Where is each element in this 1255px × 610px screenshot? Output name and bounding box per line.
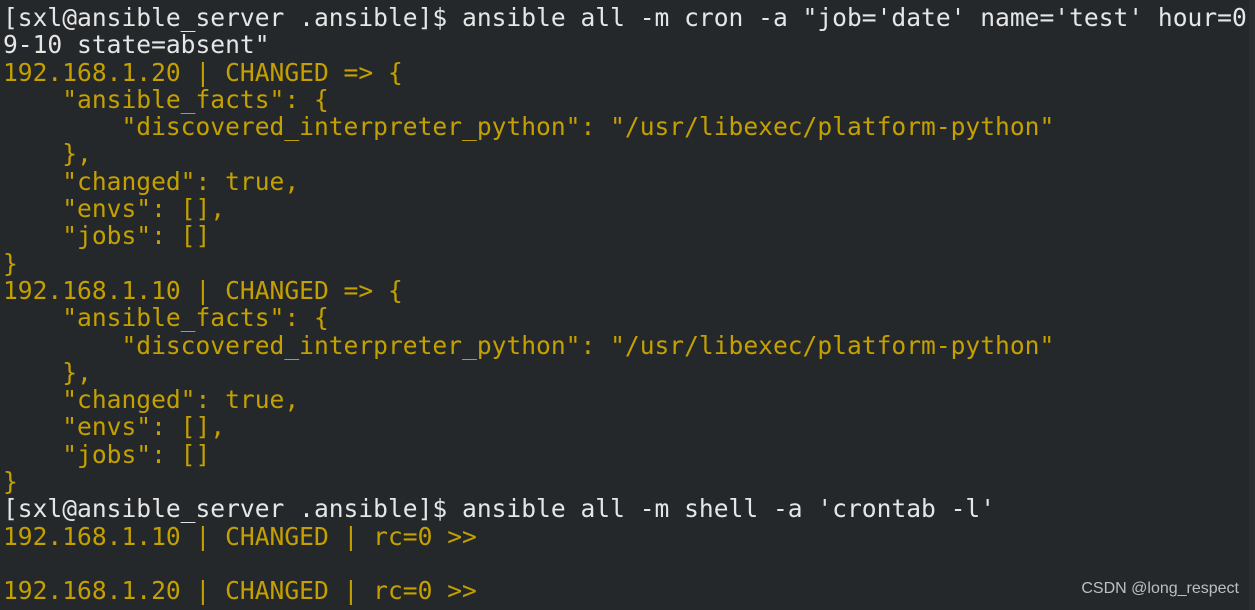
terminal-command-line: [sxl@ansible_server .ansible]$ ansible a…: [3, 494, 996, 524]
terminal-command-line: 9-10 state=absent": [3, 30, 270, 60]
terminal-command-line: [sxl@ansible_server .ansible]$ ansible a…: [3, 3, 1247, 32]
terminal-output-line: "changed": true,: [3, 385, 300, 415]
terminal-output-line: "jobs": []: [3, 439, 211, 469]
watermark: CSDN @long_respect: [1081, 580, 1239, 597]
terminal-output-line: },: [3, 357, 92, 387]
terminal-output-line: 192.168.1.10 | CHANGED | rc=0 >>: [3, 521, 477, 551]
terminal-output-line: 192.168.1.10 | CHANGED => {: [3, 275, 403, 305]
terminal-output-line: "ansible_facts": {: [3, 303, 329, 333]
terminal-output-line: "ansible_facts": {: [3, 84, 329, 114]
terminal-output-line: 192.168.1.20 | CHANGED => {: [3, 57, 403, 87]
terminal-output-line: "discovered_interpreter_python": "/usr/l…: [3, 330, 1055, 360]
terminal-output-line: "envs": [],: [3, 412, 226, 442]
terminal-output-line: 192.168.1.20 | CHANGED | rc=0 >>: [3, 576, 477, 606]
terminal-output[interactable]: [sxl@ansible_server .ansible]$ ansible a…: [3, 4, 1247, 605]
terminal-output-line: "discovered_interpreter_python": "/usr/l…: [3, 112, 1055, 142]
terminal-output-line: "jobs": []: [3, 221, 211, 251]
terminal-output-line: }: [3, 467, 18, 497]
terminal-output-line: "envs": [],: [3, 194, 226, 224]
scrollbar[interactable]: [1249, 0, 1255, 610]
terminal-output-line: "changed": true,: [3, 166, 300, 196]
terminal-output-line: },: [3, 139, 92, 169]
terminal-output-line: }: [3, 248, 18, 278]
